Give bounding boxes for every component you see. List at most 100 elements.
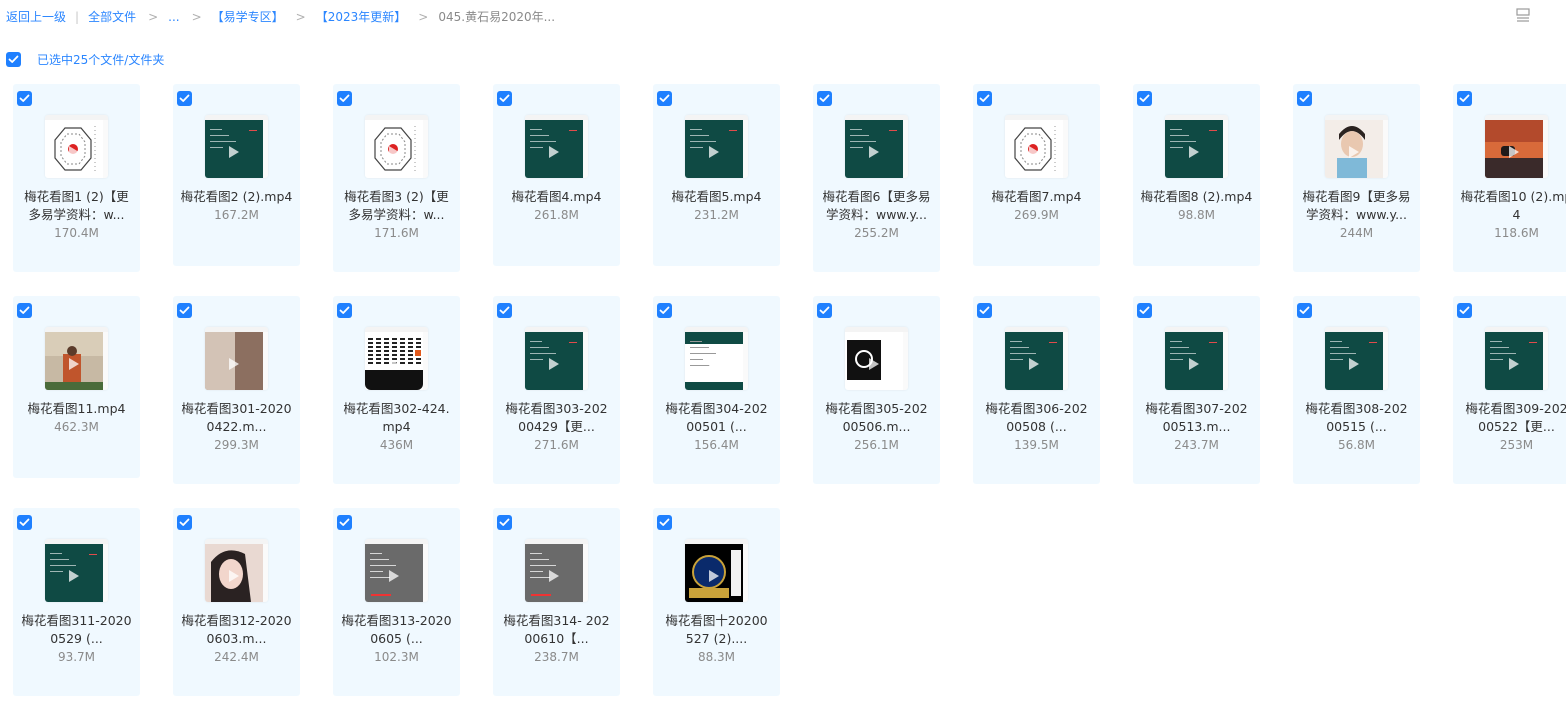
file-checkbox[interactable] bbox=[337, 515, 352, 530]
file-card[interactable]: 梅花看图5.mp4 231.2M bbox=[653, 84, 780, 266]
file-card[interactable]: 梅花看图4.mp4 261.8M bbox=[493, 84, 620, 266]
file-name: 梅花看图306-202 00508 (... bbox=[977, 400, 1096, 436]
file-card[interactable]: 梅花看图307-202 00513.m... 243.7M bbox=[1133, 296, 1260, 484]
file-name-line-2: 学资料：www.y... bbox=[825, 207, 928, 222]
file-card[interactable]: 梅花看图301-2020 0422.m... 299.3M bbox=[173, 296, 300, 484]
file-name: 梅花看图307-202 00513.m... bbox=[1137, 400, 1256, 436]
check-icon bbox=[659, 518, 670, 526]
file-name-line-1: 梅花看图1 (2)【更 bbox=[24, 189, 129, 204]
file-checkbox[interactable] bbox=[977, 91, 992, 106]
file-checkbox[interactable] bbox=[1137, 91, 1152, 106]
file-checkbox[interactable] bbox=[977, 303, 992, 318]
file-name-line-1: 梅花看图3 (2)【更 bbox=[344, 189, 449, 204]
play-icon bbox=[1509, 146, 1519, 158]
file-checkbox[interactable] bbox=[1297, 91, 1312, 106]
file-card[interactable]: 梅花看图314- 202 00610【... 238.7M bbox=[493, 508, 620, 696]
video-thumbnail bbox=[1325, 115, 1388, 178]
breadcrumb-folder-yixue[interactable]: 【易学专区】 bbox=[212, 8, 284, 25]
file-checkbox[interactable] bbox=[177, 303, 192, 318]
file-size: 253M bbox=[1499, 438, 1534, 452]
file-card[interactable]: 梅花看图303-202 00429【更... 271.6M bbox=[493, 296, 620, 484]
file-name: 梅花看图6【更多易 学资料：www.y... bbox=[817, 188, 936, 224]
file-name-line-1: 梅花看图10 (2).mp bbox=[1460, 189, 1566, 204]
selection-bar: 已选中25个文件/文件夹 bbox=[6, 51, 164, 68]
file-name-line-2: 00429【更... bbox=[518, 419, 595, 434]
breadcrumb-ellipsis[interactable]: ... bbox=[168, 10, 179, 24]
file-checkbox[interactable] bbox=[17, 303, 32, 318]
back-link[interactable]: 返回上一级 bbox=[6, 8, 66, 25]
file-checkbox[interactable] bbox=[177, 515, 192, 530]
file-name: 梅花看图311-2020 0529 (... bbox=[17, 612, 136, 648]
file-card[interactable]: 梅花看图308-202 00515 (... 56.8M bbox=[1293, 296, 1420, 484]
file-card[interactable]: 梅花看图8 (2).mp4 98.8M bbox=[1133, 84, 1260, 266]
file-name: 梅花看图9【更多易 学资料：www.y... bbox=[1297, 188, 1416, 224]
file-card[interactable]: 梅花看图2 (2).mp4 167.2M bbox=[173, 84, 300, 266]
play-icon bbox=[389, 570, 399, 582]
file-name-line-2: 多易学资料：w... bbox=[28, 207, 125, 222]
file-card[interactable]: 梅花看图9【更多易 学资料：www.y... 244M bbox=[1293, 84, 1420, 272]
file-checkbox[interactable] bbox=[1457, 303, 1472, 318]
file-checkbox[interactable] bbox=[337, 303, 352, 318]
file-card[interactable]: 梅花看图311-2020 0529 (... 93.7M bbox=[13, 508, 140, 696]
file-card[interactable]: 梅花看图305-202 00506.m... 256.1M bbox=[813, 296, 940, 484]
breadcrumb-chevron-icon: > bbox=[191, 9, 202, 24]
file-name-line-2: 00515 (... bbox=[1326, 419, 1387, 434]
file-checkbox[interactable] bbox=[17, 91, 32, 106]
check-icon bbox=[979, 306, 990, 314]
file-card[interactable]: 梅花看图306-202 00508 (... 139.5M bbox=[973, 296, 1100, 484]
file-card[interactable]: 梅花看图309-202 00522【更... 253M bbox=[1453, 296, 1566, 484]
file-checkbox[interactable] bbox=[657, 91, 672, 106]
file-name-line-1: 梅花看图312-2020 bbox=[181, 613, 292, 628]
file-checkbox[interactable] bbox=[1137, 303, 1152, 318]
file-name: 梅花看图302-424. mp4 bbox=[337, 400, 456, 436]
file-card[interactable]: 梅花看图3 (2)【更 多易学资料：w... 171.6M bbox=[333, 84, 460, 272]
file-checkbox[interactable] bbox=[497, 303, 512, 318]
file-checkbox[interactable] bbox=[1297, 303, 1312, 318]
breadcrumb-folder-2023[interactable]: 【2023年更新】 bbox=[316, 8, 407, 25]
file-size: 238.7M bbox=[534, 650, 579, 664]
check-icon bbox=[1299, 94, 1310, 102]
file-card[interactable]: 梅花看图312-2020 0603.m... 242.4M bbox=[173, 508, 300, 696]
file-card[interactable]: 梅花看图十20200 527 (2).... 88.3M bbox=[653, 508, 780, 696]
file-name-line-1: 梅花看图301-2020 bbox=[181, 401, 292, 416]
play-icon bbox=[709, 358, 719, 370]
check-icon bbox=[1139, 306, 1150, 314]
file-checkbox[interactable] bbox=[657, 515, 672, 530]
file-checkbox[interactable] bbox=[817, 303, 832, 318]
file-card[interactable]: 梅花看图7.mp4 269.9M bbox=[973, 84, 1100, 266]
file-name: 梅花看图2 (2).mp4 bbox=[177, 188, 296, 206]
file-card[interactable]: 梅花看图313-2020 0605 (... 102.3M bbox=[333, 508, 460, 696]
file-checkbox[interactable] bbox=[497, 515, 512, 530]
file-checkbox[interactable] bbox=[337, 91, 352, 106]
breadcrumb-all-files[interactable]: 全部文件 bbox=[88, 8, 136, 25]
check-icon bbox=[1459, 306, 1470, 314]
file-name-line-1: 梅花看图303-202 bbox=[505, 401, 608, 416]
video-thumbnail bbox=[685, 115, 748, 178]
play-icon bbox=[69, 570, 79, 582]
file-size: 256.1M bbox=[854, 438, 899, 452]
file-name: 梅花看图5.mp4 bbox=[657, 188, 776, 206]
file-name-line-2: 多易学资料：w... bbox=[348, 207, 445, 222]
file-card[interactable]: 梅花看图304-202 00501 (... 156.4M bbox=[653, 296, 780, 484]
file-name-line-2: 00506.m... bbox=[842, 419, 911, 434]
play-icon bbox=[229, 358, 239, 370]
file-checkbox[interactable] bbox=[657, 303, 672, 318]
file-checkbox[interactable] bbox=[177, 91, 192, 106]
video-thumbnail bbox=[205, 539, 268, 602]
file-checkbox[interactable] bbox=[817, 91, 832, 106]
select-all-checkbox[interactable] bbox=[6, 52, 21, 67]
file-card[interactable]: 梅花看图11.mp4 462.3M bbox=[13, 296, 140, 478]
file-checkbox[interactable] bbox=[497, 91, 512, 106]
file-name-line-1: 梅花看图309-202 bbox=[1465, 401, 1566, 416]
file-name-line-2: 00501 (... bbox=[686, 419, 747, 434]
file-card[interactable]: 梅花看图6【更多易 学资料：www.y... 255.2M bbox=[813, 84, 940, 272]
play-icon bbox=[869, 146, 879, 158]
file-checkbox[interactable] bbox=[17, 515, 32, 530]
file-checkbox[interactable] bbox=[1457, 91, 1472, 106]
file-card[interactable]: 梅花看图1 (2)【更 多易学资料：w... 170.4M bbox=[13, 84, 140, 272]
file-card[interactable]: 梅花看图10 (2).mp 4 118.6M bbox=[1453, 84, 1566, 272]
file-size: 170.4M bbox=[54, 226, 99, 240]
file-size: 271.6M bbox=[534, 438, 579, 452]
file-card[interactable]: 梅花看图302-424. mp4 436M bbox=[333, 296, 460, 484]
list-view-icon[interactable] bbox=[1515, 7, 1533, 25]
